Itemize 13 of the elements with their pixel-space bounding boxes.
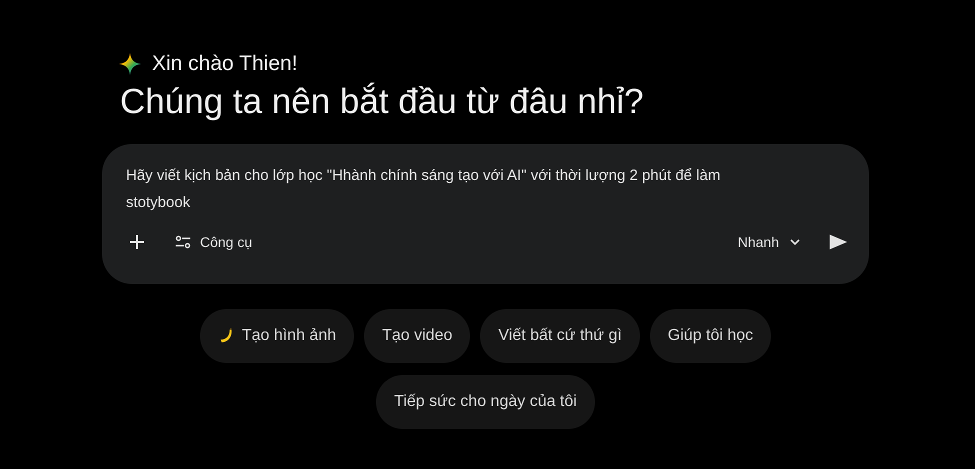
prompt-box[interactable]: Hãy viết kịch bản cho lớp học "Hhành chính sáng tạo với AI" với thời lượng 2 phút để làm stotybook Công cụ Nhanh <box>102 144 869 284</box>
tools-button[interactable]: Công cụ <box>174 233 252 251</box>
sparkle-icon <box>118 52 142 76</box>
suggestion-chip[interactable]: Viết bất cứ thứ gì <box>480 309 640 363</box>
mode-dropdown[interactable]: Nhanh <box>738 234 801 250</box>
greeting: Xin chào Thien! <box>152 52 298 76</box>
suggestion-chip[interactable]: Giúp tôi học <box>650 309 772 363</box>
suggestion-chip[interactable]: Tạo video <box>364 309 470 363</box>
suggestion-chip[interactable]: Tạo hình ảnh <box>200 309 354 363</box>
sliders-icon <box>174 233 192 251</box>
input-field[interactable]: Hãy viết kịch bản cho lớp học "Hhành chính sáng tạo với AI" với thời lượng 2 phút để làm stotybook <box>126 162 738 218</box>
heading: Chúng ta nên bắt đầu từ đâu nhỉ? <box>120 82 645 122</box>
suggestion-chip[interactable]: Tiếp sức cho ngày của tôi <box>376 375 595 429</box>
